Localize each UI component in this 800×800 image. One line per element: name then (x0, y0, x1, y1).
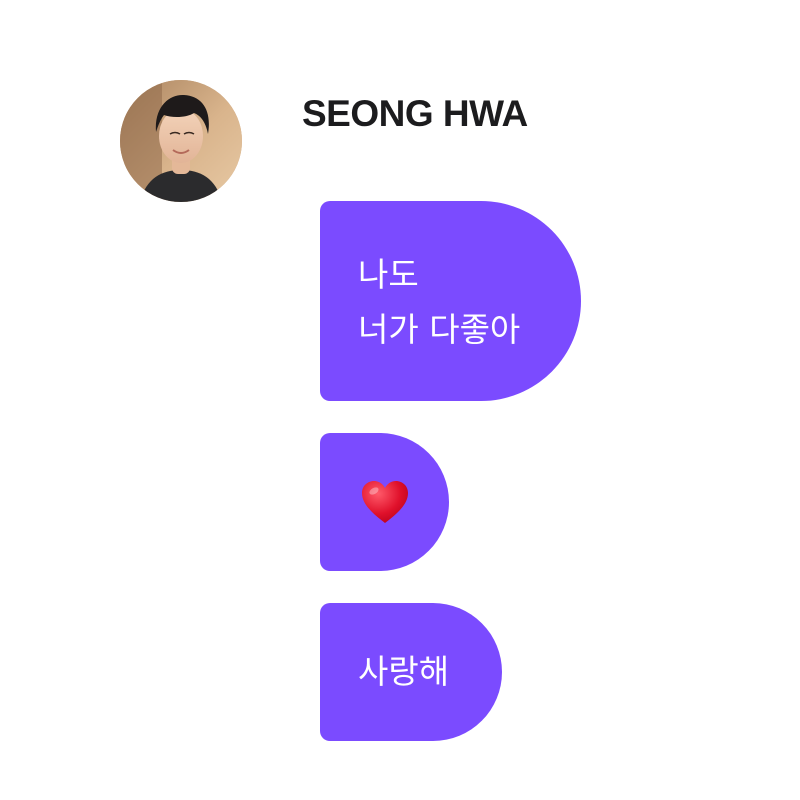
red-heart-icon (362, 481, 408, 523)
avatar-photo (120, 80, 242, 202)
sender-name: SEONG HWA (302, 93, 528, 134)
message-bubble[interactable] (320, 433, 449, 571)
chat-canvas: SEONG HWA 나도 너가 다좋아 사랑해 (0, 0, 800, 800)
message-bubble[interactable]: 나도 너가 다좋아 (320, 201, 581, 401)
message-bubble[interactable]: 사랑해 (320, 603, 502, 741)
message-text: 사랑해 (358, 652, 450, 691)
avatar[interactable] (120, 80, 242, 202)
message-text: 나도 너가 다좋아 (358, 255, 521, 349)
